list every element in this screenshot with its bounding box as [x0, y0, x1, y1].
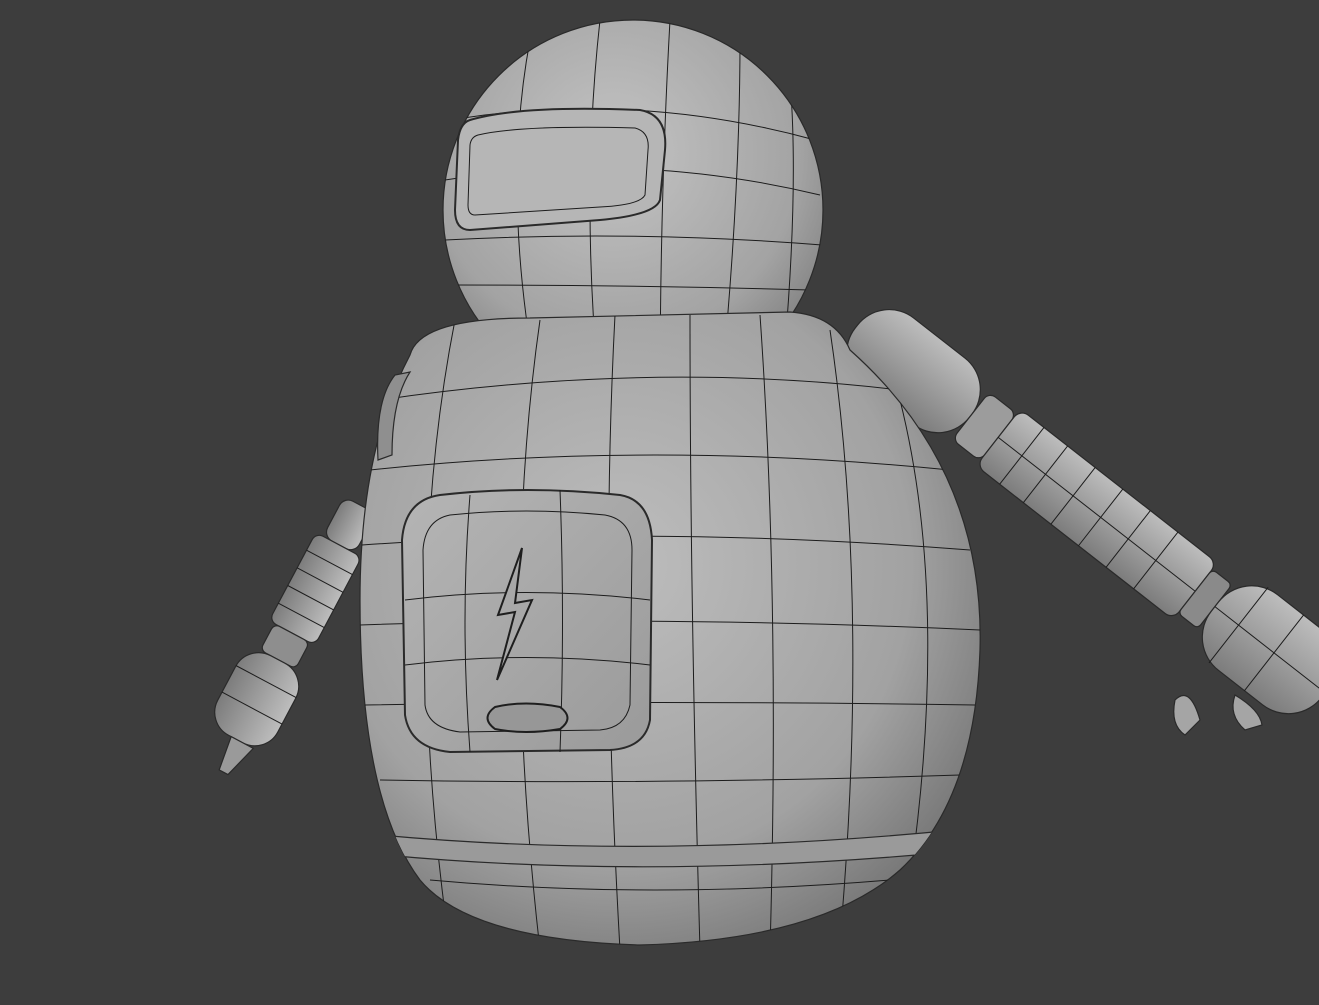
visor: [453, 107, 667, 232]
panel-slot: [486, 702, 569, 733]
3d-viewport[interactable]: [0, 0, 1319, 1005]
battery-panel[interactable]: [400, 489, 654, 754]
